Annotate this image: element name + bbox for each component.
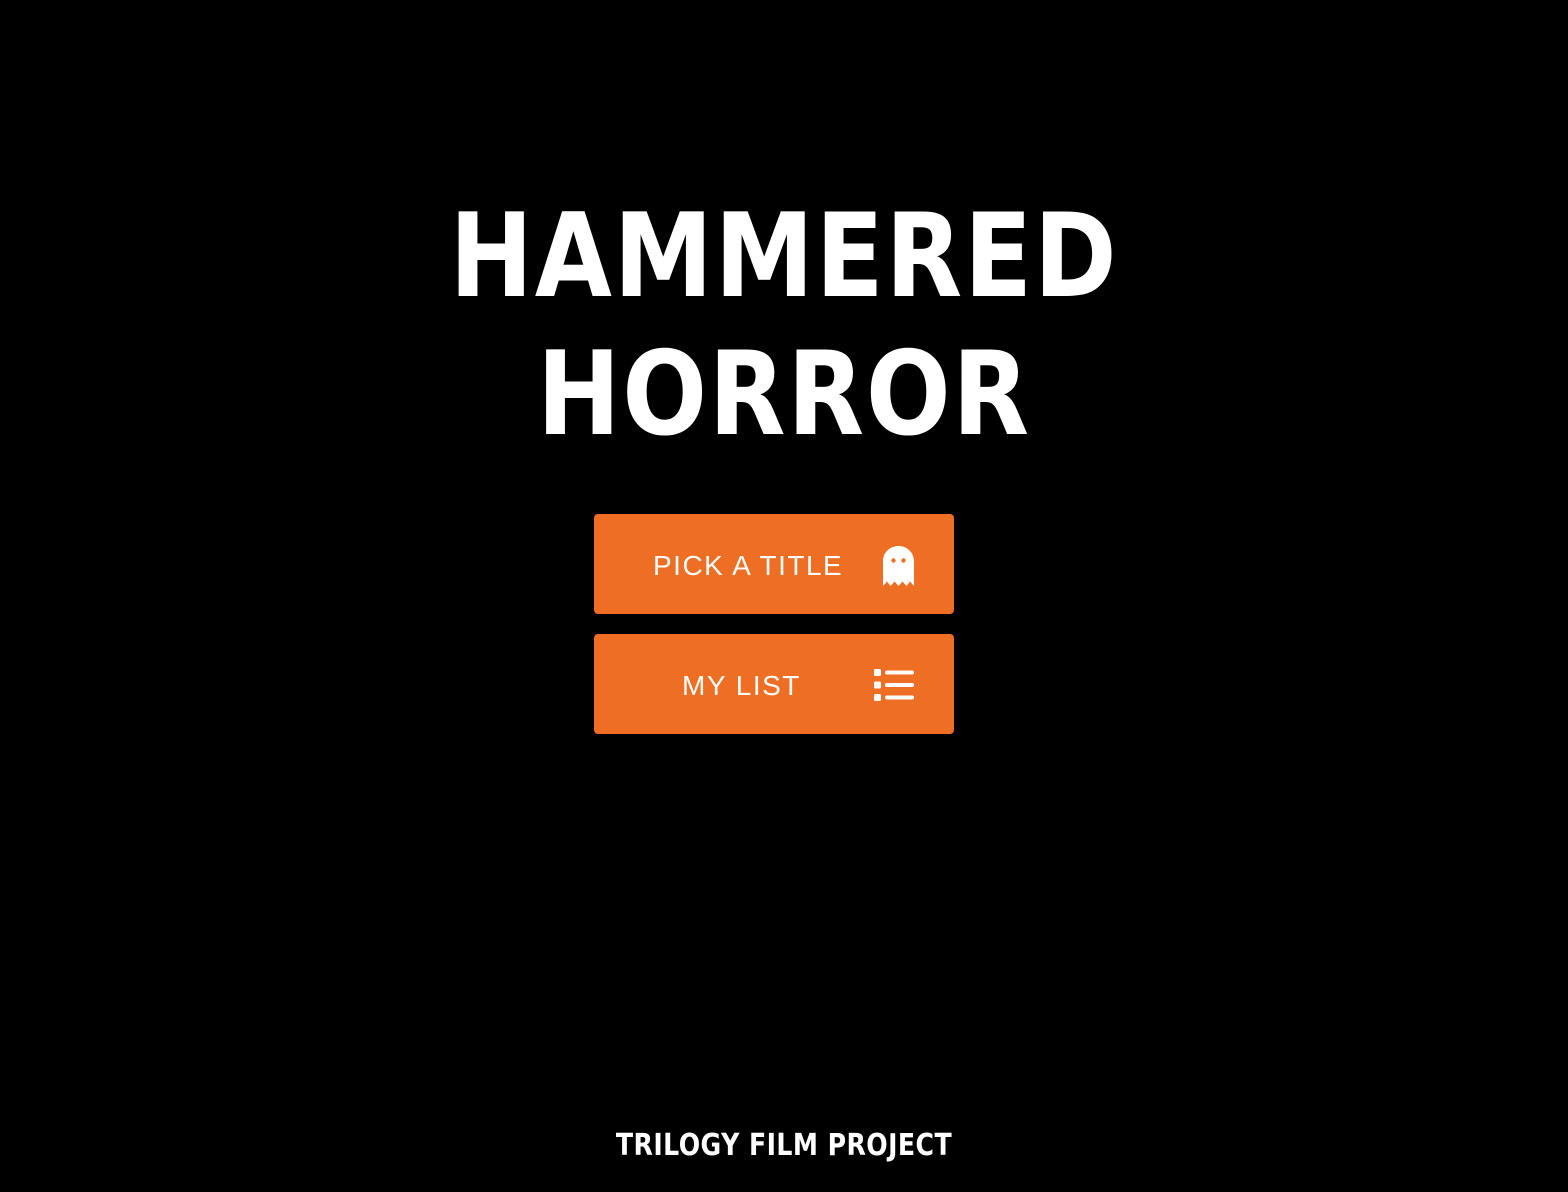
footer-credit: TRILOGY FILM PROJECT [615, 1128, 953, 1163]
app-root: HAMMERED HORROR PICK A TITLE MY LIST TRI… [0, 0, 1568, 1192]
list-icon [874, 669, 914, 701]
app-title: HAMMERED HORROR [110, 188, 1458, 464]
my-list-button[interactable]: MY LIST [594, 634, 954, 734]
pick-a-title-label: PICK A TITLE [653, 550, 844, 581]
title-line-2: HORROR [537, 327, 1031, 462]
ghost-icon [883, 546, 914, 586]
my-list-label: MY LIST [682, 670, 801, 701]
pick-a-title-button[interactable]: PICK A TITLE [594, 514, 954, 614]
title-line-1: HAMMERED [449, 189, 1119, 324]
